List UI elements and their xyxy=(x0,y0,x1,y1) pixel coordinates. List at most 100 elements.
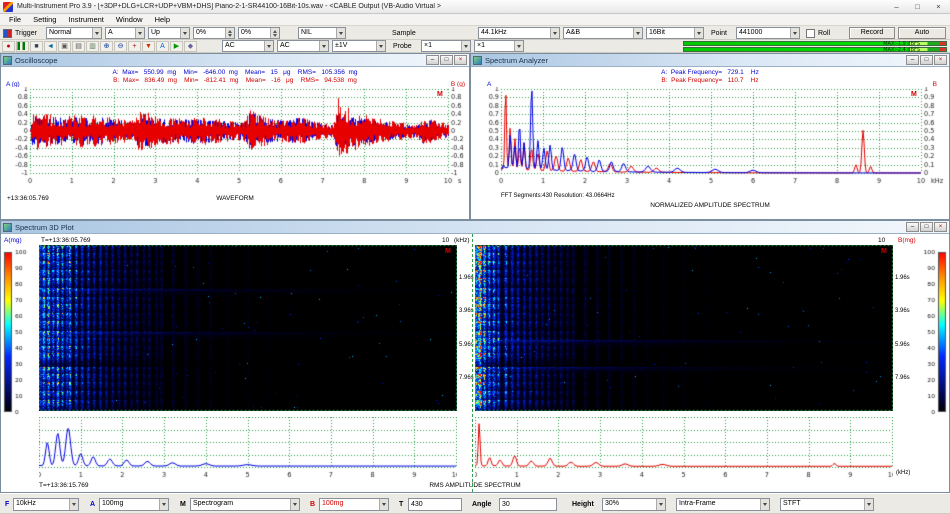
view-icon[interactable]: ◆ xyxy=(184,41,197,52)
segments-label: T xyxy=(399,501,403,508)
osc-marker[interactable]: M xyxy=(437,91,443,98)
trigger-level-spinner[interactable]: 0% xyxy=(193,27,235,39)
frame-mode-select[interactable]: Intra-Frame xyxy=(676,498,770,511)
spectrum-plot[interactable] xyxy=(471,87,949,191)
cursor-icon[interactable]: + xyxy=(128,41,141,52)
plot3d-minimize-button[interactable]: – xyxy=(906,222,919,232)
menu-setting[interactable]: Setting xyxy=(27,15,62,24)
app-icon xyxy=(3,2,13,12)
labels-icon[interactable]: A xyxy=(156,41,169,52)
rewind-icon[interactable]: ◄ xyxy=(44,41,57,52)
menu-window[interactable]: Window xyxy=(110,15,149,24)
copy-icon[interactable]: ▥ xyxy=(86,41,99,52)
colorbar-b xyxy=(915,247,947,419)
oscilloscope-stats-a: A: Max= 550.99 mg Min= -646.00 mg Mean= … xyxy=(1,69,469,76)
scale-a-value: 100mg xyxy=(100,499,159,510)
probe-b-select[interactable]: ×1 xyxy=(474,40,524,52)
menu-help[interactable]: Help xyxy=(149,15,176,24)
display-mode-select[interactable]: Spectrogram xyxy=(190,498,300,511)
fmax-select[interactable]: 10kHz xyxy=(13,498,79,511)
spec-marker[interactable]: M xyxy=(911,91,917,98)
dropdown-arrow-icon xyxy=(264,41,273,51)
stop-icon[interactable]: ■ xyxy=(30,41,43,52)
trigger-source-select[interactable]: A xyxy=(105,27,145,39)
coupling-a-select[interactable]: AC xyxy=(222,40,274,52)
zoom-in-icon[interactable]: ⊕ xyxy=(100,41,113,52)
dropdown-arrow-icon xyxy=(790,28,799,38)
spectrogram-a[interactable] xyxy=(39,245,457,411)
scale-b-select[interactable]: 100mg xyxy=(319,498,389,511)
freq-unit-label: (kHz) xyxy=(896,470,910,476)
spectrogram-b[interactable] xyxy=(475,245,893,411)
menu-instrument[interactable]: Instrument xyxy=(62,15,109,24)
sg-b-marker[interactable]: M xyxy=(881,248,887,255)
spectrum-3d-panel: Spectrum 3D Plot – □ × A(mg) T=+13:36:05… xyxy=(0,220,950,493)
minimize-button[interactable]: – xyxy=(888,1,905,12)
trigger-delay-spinner[interactable]: 0% xyxy=(238,27,280,39)
waveform-plot[interactable] xyxy=(1,87,469,191)
dropdown-arrow-icon xyxy=(864,499,873,510)
dropdown-arrow-icon xyxy=(159,499,168,510)
pause-icon[interactable]: ▌▌ xyxy=(16,41,29,52)
segments-input[interactable] xyxy=(408,498,462,511)
sampling-rate-select[interactable]: 44.1kHz xyxy=(478,27,560,39)
display-mode-label: M xyxy=(180,501,186,508)
dropdown-arrow-icon xyxy=(514,41,523,51)
record-button[interactable]: Record xyxy=(849,27,895,39)
trigger-mode-select[interactable]: Normal xyxy=(46,27,102,39)
spec-maximize-button[interactable]: □ xyxy=(920,55,933,65)
scale-a-select[interactable]: 100mg xyxy=(99,498,169,511)
plot3d-close-button[interactable]: × xyxy=(934,222,947,232)
frequency-rejection-select[interactable]: NIL xyxy=(298,27,346,39)
maximize-button[interactable]: □ xyxy=(909,1,926,12)
height-select[interactable]: 30% xyxy=(602,498,666,511)
osc-close-button[interactable]: × xyxy=(454,55,467,65)
display-mode-value: Spectrogram xyxy=(191,499,290,510)
trigger-icon xyxy=(3,29,12,38)
dropdown-arrow-icon xyxy=(135,28,144,38)
spec-minimize-button[interactable]: – xyxy=(906,55,919,65)
height-label: Height xyxy=(572,501,594,508)
record-length-select[interactable]: 441000 xyxy=(736,27,800,39)
rms-spectrum-a[interactable] xyxy=(39,417,457,481)
trigger-source-value: A xyxy=(106,28,135,38)
rms-spectrum-b[interactable] xyxy=(475,417,893,481)
trigger-label: Trigger xyxy=(15,30,37,37)
sampling-channels-select[interactable]: A&B xyxy=(563,27,643,39)
play-icon[interactable]: ▶ xyxy=(170,41,183,52)
coupling-a-value: AC xyxy=(223,41,264,51)
level-meter-a: MAX:-1.9 dBFS xyxy=(683,41,947,46)
roll-checkbox[interactable] xyxy=(806,29,815,38)
dropdown-arrow-icon xyxy=(760,499,769,510)
probe-a-select[interactable]: ×1 xyxy=(421,40,471,52)
trigger-edge-select[interactable]: Up xyxy=(148,27,190,39)
menu-file[interactable]: File xyxy=(3,15,27,24)
spectrum-stats-b: B: Peak Frequency= 110.7 Hz xyxy=(471,77,949,84)
print-icon[interactable]: ▤ xyxy=(72,41,85,52)
osc-maximize-button[interactable]: □ xyxy=(440,55,453,65)
bit-resolution-select[interactable]: 16Bit xyxy=(646,27,704,39)
menubar: File Setting Instrument Window Help xyxy=(0,14,950,26)
close-button[interactable]: × xyxy=(930,1,947,12)
transform-select[interactable]: STFT xyxy=(780,498,874,511)
coupling-b-select[interactable]: AC xyxy=(277,40,329,52)
spec-close-button[interactable]: × xyxy=(934,55,947,65)
zoom-out-icon[interactable]: ⊖ xyxy=(114,41,127,52)
dropdown-arrow-icon xyxy=(290,499,299,510)
oscilloscope-title: Oscilloscope xyxy=(15,56,58,65)
probe-a-value: ×1 xyxy=(422,41,461,51)
record-icon[interactable]: ● xyxy=(2,41,15,52)
angle-label: Angle xyxy=(472,501,491,508)
spinner-arrows-icon xyxy=(225,28,234,38)
angle-input[interactable] xyxy=(499,498,557,511)
auto-button[interactable]: Auto xyxy=(898,27,946,39)
save-icon[interactable]: ▣ xyxy=(58,41,71,52)
sg-a-marker[interactable]: M xyxy=(445,248,451,255)
sample-label: Sample xyxy=(392,30,416,37)
voltage-range-select[interactable]: ±1V xyxy=(332,40,386,52)
osc-minimize-button[interactable]: – xyxy=(426,55,439,65)
marker-icon[interactable]: ▼ xyxy=(142,41,155,52)
plot3d-maximize-button[interactable]: □ xyxy=(920,222,933,232)
scale-b-value: 100mg xyxy=(320,499,379,510)
frame-mode-value: Intra-Frame xyxy=(677,499,760,510)
